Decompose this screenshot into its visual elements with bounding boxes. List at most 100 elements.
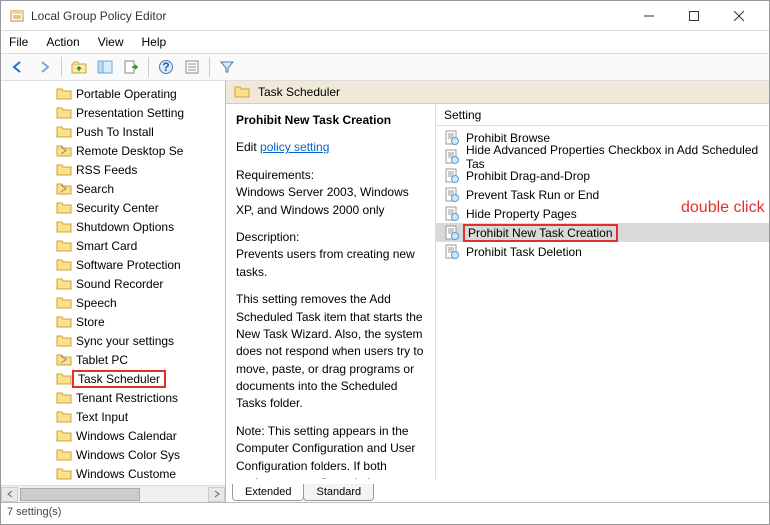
tree-node[interactable]: Tenant Restrictions <box>1 388 225 407</box>
tree-node-label: Software Protection <box>76 258 181 272</box>
setting-label: Prohibit Task Deletion <box>466 245 582 259</box>
folder-icon <box>56 448 72 462</box>
up-button[interactable] <box>68 56 90 78</box>
setting-row[interactable]: Hide Advanced Properties Checkbox in Add… <box>436 147 769 166</box>
toolbar-separator <box>148 57 149 77</box>
folder-icon <box>56 201 72 215</box>
tree-node[interactable]: Search <box>1 179 225 198</box>
chevron-right-icon[interactable] <box>59 355 69 364</box>
export-list-button[interactable] <box>120 56 142 78</box>
setting-label: Prohibit Drag-and-Drop <box>466 169 590 183</box>
menu-help[interactable]: Help <box>142 35 167 49</box>
menu-file[interactable]: File <box>9 35 28 49</box>
tree-node[interactable]: Windows Color Sys <box>1 445 225 464</box>
folder-icon <box>56 87 72 101</box>
policy-icon <box>444 187 460 203</box>
policy-icon <box>444 206 460 222</box>
tree-node-label: Security Center <box>76 201 159 215</box>
show-hide-tree-button[interactable] <box>94 56 116 78</box>
scroll-left-button[interactable] <box>1 487 18 502</box>
policy-icon <box>444 168 460 184</box>
tree-node[interactable]: Store <box>1 312 225 331</box>
folder-icon <box>56 125 72 139</box>
folder-icon <box>56 391 72 405</box>
view-tabs: Extended Standard <box>226 479 769 501</box>
titlebar: Local Group Policy Editor <box>1 1 769 31</box>
edit-line: Edit policy setting <box>236 139 425 156</box>
properties-button[interactable] <box>181 56 203 78</box>
scroll-thumb[interactable] <box>20 488 140 501</box>
desc-para-2: Note: This setting appears in the Comput… <box>236 423 425 479</box>
menu-view[interactable]: View <box>98 35 124 49</box>
tree-node[interactable]: Task Scheduler <box>1 369 225 388</box>
tree-node[interactable]: Sound Recorder <box>1 274 225 293</box>
tree-node-label: Windows Calendar <box>76 429 177 443</box>
folder-icon <box>56 429 72 443</box>
folder-icon <box>56 410 72 424</box>
tree-node-label: Tenant Restrictions <box>76 391 178 405</box>
window-title: Local Group Policy Editor <box>31 9 626 23</box>
tree-node-label: Windows Custome <box>76 467 176 481</box>
annotation-text: double click <box>681 199 765 217</box>
chevron-right-icon[interactable] <box>59 184 69 193</box>
main-area: Portable Operating Presentation Setting Pu… <box>1 81 769 502</box>
description-pane: Prohibit New Task Creation Edit policy s… <box>226 104 436 479</box>
toolbar-separator <box>61 57 62 77</box>
settings-list: Setting Prohibit BrowseHide Advanced Pro… <box>436 104 769 479</box>
tree-node-label: Shutdown Options <box>76 220 174 234</box>
back-button[interactable] <box>7 56 29 78</box>
tree-node[interactable]: Shutdown Options <box>1 217 225 236</box>
tree-hscrollbar[interactable] <box>1 485 225 502</box>
folder-icon <box>56 239 72 253</box>
tree-node[interactable]: Smart Card <box>1 236 225 255</box>
tree-node[interactable]: Sync your settings <box>1 331 225 350</box>
policy-icon <box>444 225 460 241</box>
tree-node[interactable]: Speech <box>1 293 225 312</box>
pane-header: Task Scheduler <box>226 81 769 104</box>
svg-text:?: ? <box>162 60 169 74</box>
chevron-right-icon[interactable] <box>59 146 69 155</box>
forward-button[interactable] <box>33 56 55 78</box>
tree-node[interactable]: Remote Desktop Se <box>1 141 225 160</box>
pane-title: Task Scheduler <box>258 85 340 99</box>
column-header[interactable]: Setting <box>436 104 769 126</box>
menu-action[interactable]: Action <box>46 35 79 49</box>
setting-row[interactable]: Prohibit Task Deletion <box>436 242 769 261</box>
tree-node[interactable]: Text Input <box>1 407 225 426</box>
scroll-right-button[interactable] <box>208 487 225 502</box>
description: Description:Prevents users from creating… <box>236 229 425 281</box>
folder-icon <box>56 220 72 234</box>
tree-node[interactable]: Windows Custome <box>1 464 225 483</box>
desc-para-1: This setting removes the Add Scheduled T… <box>236 291 425 413</box>
tree-node[interactable]: Presentation Setting <box>1 103 225 122</box>
tree-node[interactable]: Portable Operating <box>1 84 225 103</box>
filter-button[interactable] <box>216 56 238 78</box>
tab-standard[interactable]: Standard <box>303 484 374 501</box>
folder-icon <box>56 334 72 348</box>
tree-node-label: Push To Install <box>76 125 154 139</box>
minimize-button[interactable] <box>626 2 671 30</box>
tree-node[interactable]: RSS Feeds <box>1 160 225 179</box>
status-bar: 7 setting(s) <box>1 502 769 524</box>
setting-row[interactable]: Prohibit New Task Creation <box>436 223 769 242</box>
policy-icon <box>444 149 460 165</box>
menubar: File Action View Help <box>1 31 769 53</box>
folder-icon <box>56 296 72 310</box>
right-pane: Task Scheduler Prohibit New Task Creatio… <box>226 81 769 502</box>
tree-node[interactable]: Software Protection <box>1 255 225 274</box>
folder-icon <box>56 315 72 329</box>
tree-node[interactable]: Security Center <box>1 198 225 217</box>
close-button[interactable] <box>716 2 761 30</box>
edit-policy-link[interactable]: policy setting <box>260 140 329 154</box>
tree-node[interactable]: Push To Install <box>1 122 225 141</box>
maximize-button[interactable] <box>671 2 716 30</box>
tree-node[interactable]: Tablet PC <box>1 350 225 369</box>
tree-node-label: Windows Color Sys <box>76 448 180 462</box>
setting-title: Prohibit New Task Creation <box>236 112 425 129</box>
tree-node-label: Presentation Setting <box>76 106 184 120</box>
help-button[interactable]: ? <box>155 56 177 78</box>
tree-node[interactable]: Windows Calendar <box>1 426 225 445</box>
tab-extended[interactable]: Extended <box>232 484 304 501</box>
tree-pane: Portable Operating Presentation Setting Pu… <box>1 81 226 502</box>
tree-node-label: Task Scheduler <box>72 370 166 388</box>
